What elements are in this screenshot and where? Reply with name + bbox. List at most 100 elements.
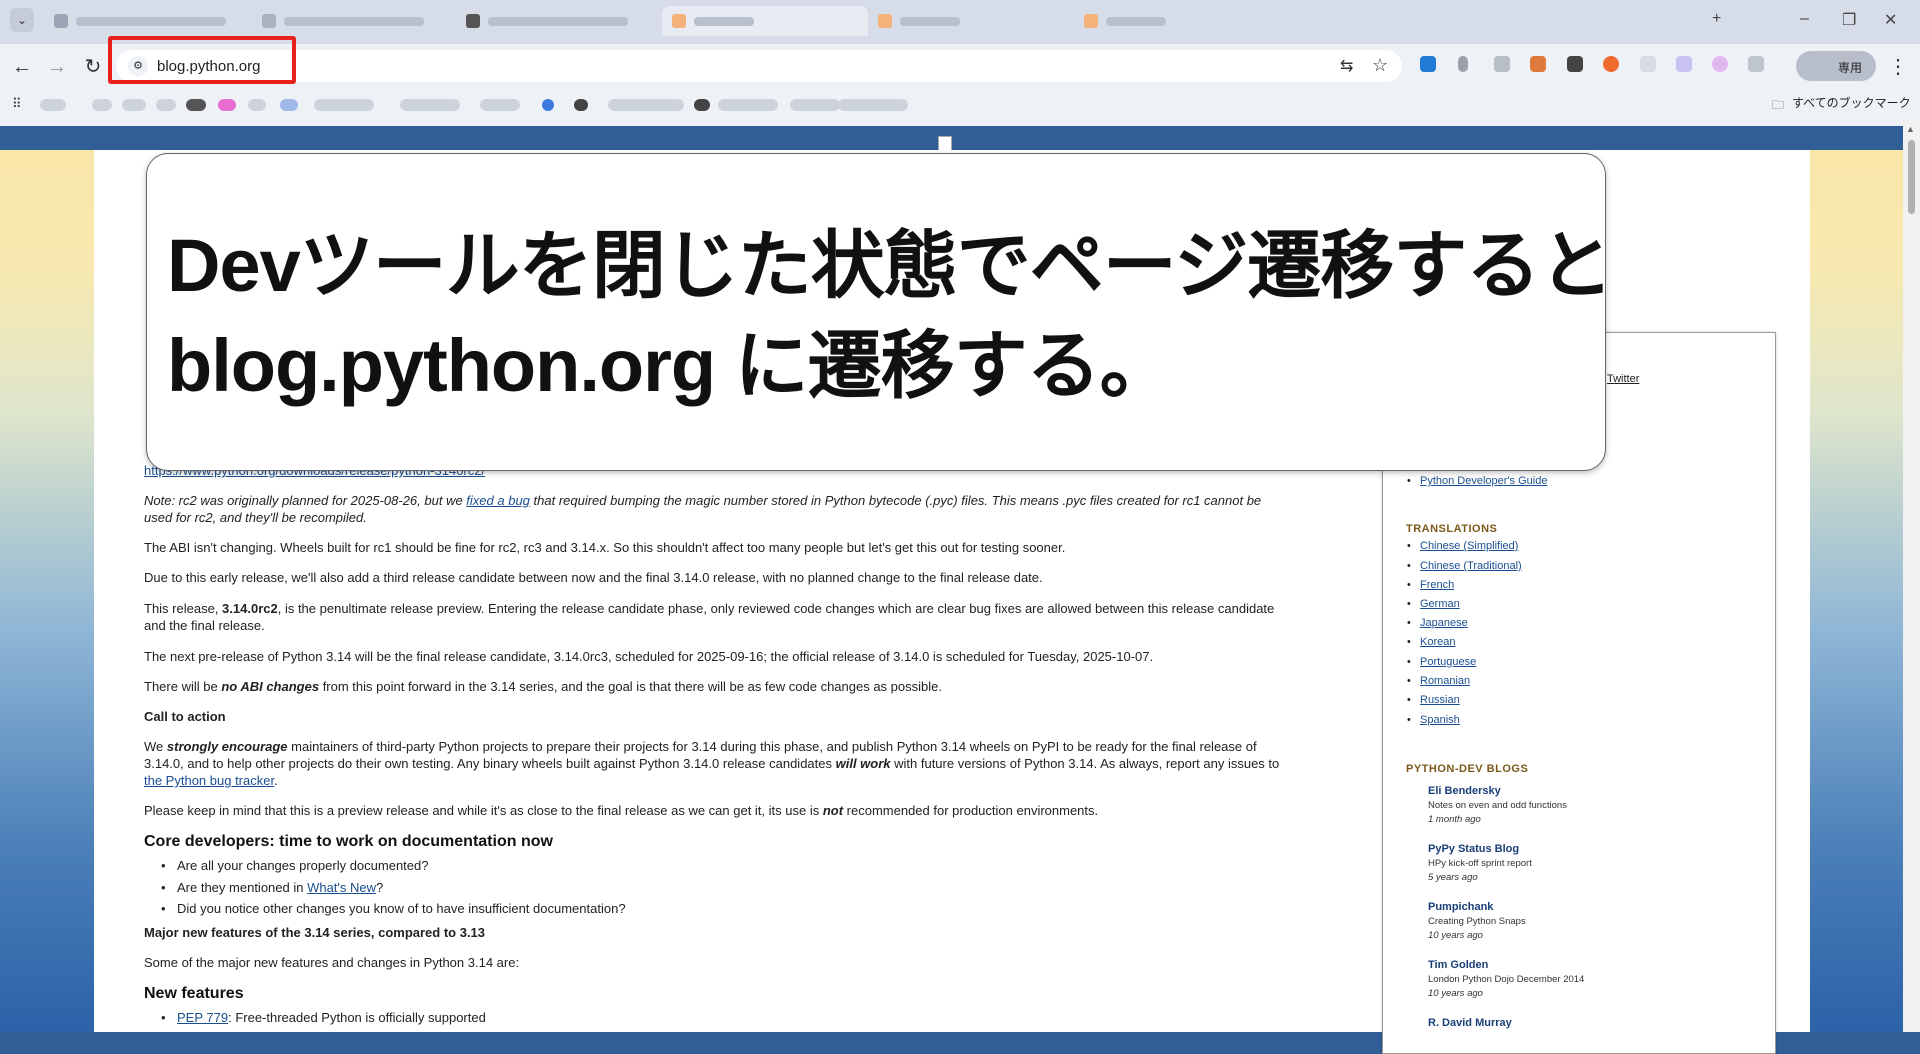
browser-tab[interactable] <box>868 6 1072 36</box>
translation-link[interactable]: Spanish <box>1407 714 1460 726</box>
extension-icon[interactable] <box>1676 56 1692 72</box>
blog-name[interactable]: Tim Golden <box>1428 959 1584 971</box>
blog-name[interactable]: R. David Murray <box>1428 1017 1512 1029</box>
extension-icon[interactable] <box>1567 56 1583 72</box>
encourage-paragraph: We strongly encourage maintainers of thi… <box>144 738 1284 789</box>
browser-tab[interactable] <box>252 6 456 36</box>
blog-post-title[interactable]: Notes on even and odd functions <box>1428 800 1567 811</box>
not-emphasis: not <box>822 803 844 818</box>
profile-label: 専用 <box>1838 61 1863 75</box>
browser-tab[interactable] <box>1074 6 1278 36</box>
blog-entry[interactable]: PyPy Status Blog HPy kick-off sprint repo… <box>1428 843 1532 883</box>
annotation-line-2: blog.python.org に遷移する。 <box>167 324 1174 407</box>
bookmark-item[interactable] <box>218 99 236 111</box>
bookmark-item[interactable] <box>542 99 554 111</box>
blog-name[interactable]: Pumpichank <box>1428 901 1526 913</box>
page-scrollbar[interactable]: ▲ <box>1903 120 1920 1032</box>
extension-icon[interactable] <box>1530 56 1546 72</box>
tab-search-button[interactable]: ⌄ <box>10 8 34 32</box>
apps-grid-icon[interactable]: ⠿ <box>12 96 22 112</box>
browser-tab[interactable] <box>456 6 660 36</box>
restore-icon[interactable]: ❐ <box>1842 10 1856 30</box>
dev-guide-link[interactable]: Python Developer's Guide <box>1407 475 1547 487</box>
preview-text: recommended for production environments. <box>843 803 1099 818</box>
translation-link[interactable]: Portuguese <box>1407 656 1476 668</box>
bookmark-item[interactable] <box>608 99 684 111</box>
bookmark-item[interactable] <box>314 99 374 111</box>
blog-name[interactable]: Eli Bendersky <box>1428 785 1567 797</box>
next-release-paragraph: The next pre-release of Python 3.14 will… <box>144 649 1154 664</box>
reload-icon[interactable]: ↻ <box>79 53 107 81</box>
all-bookmarks-button[interactable]: すべてのブックマーク <box>1792 94 1911 111</box>
back-icon[interactable]: ← <box>8 53 36 81</box>
browser-tab[interactable] <box>44 6 254 36</box>
encourage-emphasis: strongly encourage <box>166 739 288 754</box>
fixed-bug-link[interactable]: fixed a bug <box>466 493 530 508</box>
browser-tab-active[interactable] <box>662 6 868 36</box>
extension-icon[interactable] <box>1494 56 1510 72</box>
blog-post-title[interactable]: London Python Dojo December 2014 <box>1428 974 1584 985</box>
bookmark-item[interactable] <box>838 99 908 111</box>
bookmark-item[interactable] <box>186 99 206 111</box>
translation-link[interactable]: French <box>1407 579 1454 591</box>
bookmark-item[interactable] <box>718 99 778 111</box>
list-item-text: : Free-threaded Python is officially sup… <box>228 1010 486 1025</box>
folder-icon: 🗀 <box>1772 98 1785 112</box>
translation-link[interactable]: Chinese (Simplified) <box>1407 540 1518 552</box>
translate-icon[interactable]: ⇆ <box>1340 56 1353 76</box>
blog-name[interactable]: PyPy Status Blog <box>1428 843 1532 855</box>
bookmark-item[interactable] <box>40 99 66 111</box>
translation-link[interactable]: German <box>1407 598 1460 610</box>
translation-link[interactable]: Chinese (Traditional) <box>1407 560 1522 572</box>
annotation-callout: Devツールを閉じた状態でページ遷移すると blog.python.org に遷… <box>146 153 1613 471</box>
pep-779-link[interactable]: PEP 779 <box>177 1010 228 1025</box>
close-window-icon[interactable]: ✕ <box>1884 10 1897 30</box>
blog-entry[interactable]: Pumpichank Creating Python Snaps 10 years … <box>1428 901 1526 941</box>
mic-icon[interactable] <box>1458 56 1468 72</box>
extension-icon[interactable] <box>1420 56 1436 72</box>
scroll-up-icon[interactable]: ▲ <box>1906 124 1915 134</box>
blog-entry[interactable]: Eli Bendersky Notes on even and odd funct… <box>1428 785 1567 825</box>
preview-paragraph: Please keep in mind that this is a previ… <box>144 802 1098 819</box>
preview-text: Please keep in mind that this is a previ… <box>144 803 823 818</box>
profile-button[interactable]: 専用 <box>1796 51 1876 81</box>
list-item: Are all your changes properly documented… <box>161 858 429 873</box>
whats-new-link[interactable]: What's New <box>307 880 376 895</box>
bookmark-item[interactable] <box>790 99 840 111</box>
list-item-text: Are they mentioned in <box>177 880 308 895</box>
menu-kebab-icon[interactable]: ⋮ <box>1884 53 1912 81</box>
translation-link[interactable]: Romanian <box>1407 675 1470 687</box>
bookmark-item[interactable] <box>574 99 588 111</box>
translation-link[interactable]: Japanese <box>1407 617 1468 629</box>
bookmark-item[interactable] <box>400 99 460 111</box>
translation-link[interactable]: Korean <box>1407 636 1456 648</box>
extension-icon[interactable] <box>1712 56 1728 72</box>
bookmark-item[interactable] <box>92 99 112 111</box>
bookmark-star-icon[interactable]: ☆ <box>1372 55 1388 76</box>
blog-entry[interactable]: R. David Murray <box>1428 1017 1512 1029</box>
forward-icon[interactable]: → <box>43 53 71 81</box>
scrollbar-thumb[interactable] <box>1908 140 1915 214</box>
extensions-puzzle-icon[interactable] <box>1748 56 1764 72</box>
blog-post-time: 5 years ago <box>1428 872 1478 883</box>
bookmark-item[interactable] <box>480 99 520 111</box>
translation-link[interactable]: Russian <box>1407 694 1460 706</box>
bookmark-item[interactable] <box>280 99 298 111</box>
bug-tracker-link[interactable]: the Python bug tracker <box>144 773 274 788</box>
blog-post-title[interactable]: Creating Python Snaps <box>1428 916 1526 927</box>
url-highlight-box <box>108 36 296 84</box>
extension-icon[interactable] <box>1640 56 1656 72</box>
extension-icon[interactable] <box>1603 56 1619 72</box>
bookmark-item[interactable] <box>248 99 266 111</box>
minimize-icon[interactable]: – <box>1800 10 1809 28</box>
blogs-heading: PYTHON-DEV BLOGS <box>1406 763 1529 775</box>
bookmark-item[interactable] <box>694 99 710 111</box>
twitter-link[interactable]: Twitter <box>1607 373 1639 385</box>
early-release-paragraph: Due to this early release, we'll also ad… <box>144 570 1043 585</box>
address-bar[interactable]: ⚙ blog.python.org ⇆ ☆ <box>116 50 1402 82</box>
blog-post-title[interactable]: HPy kick-off sprint report <box>1428 858 1532 869</box>
new-tab-button[interactable]: + <box>1712 10 1721 28</box>
bookmark-item[interactable] <box>156 99 176 111</box>
blog-entry[interactable]: Tim Golden London Python Dojo December 20… <box>1428 959 1584 999</box>
bookmark-item[interactable] <box>122 99 146 111</box>
